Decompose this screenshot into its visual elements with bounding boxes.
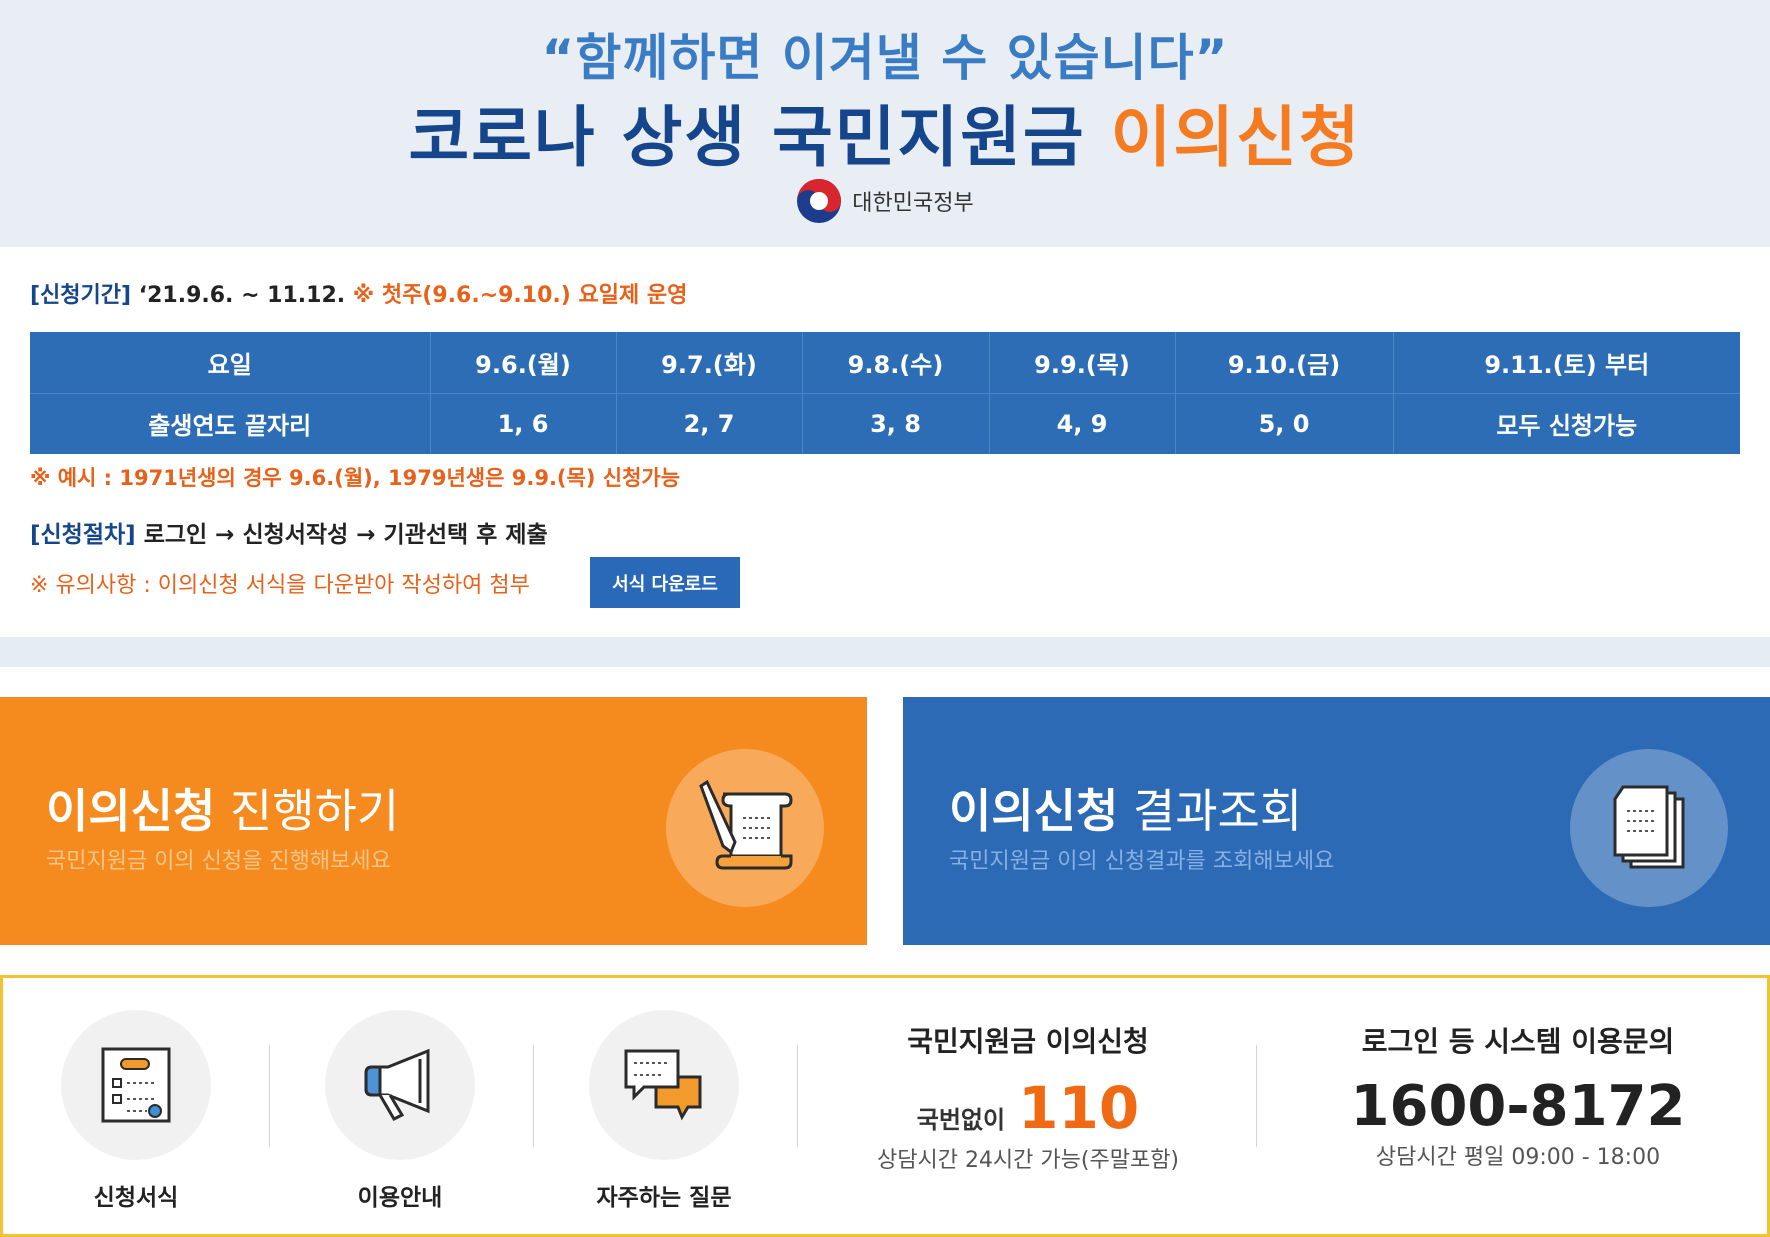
- objection-result-card[interactable]: 이의신청 결과조회 국민지원금 이의 신청결과를 조회해보세요: [903, 697, 1770, 945]
- procedure-steps: 로그인 → 신청서작성 → 기관선택 후 제출: [143, 522, 548, 548]
- table-cell: 9.10.(금): [1175, 332, 1394, 394]
- page-title: 코로나 상생 국민지원금 이의신청: [0, 84, 1770, 180]
- card-title-light: 진행하기: [215, 784, 400, 838]
- procedure-line: [신청절차] 로그인 → 신청서작성 → 기관선택 후 제출: [30, 515, 548, 549]
- service-label: 자주하는 질문: [596, 1185, 732, 1211]
- gov-brand: 대한민국정부: [0, 178, 1770, 224]
- card-title-bold: 이의신청: [46, 784, 216, 838]
- table-cell: 9.7.(화): [616, 332, 803, 394]
- service-label: 이용안내: [357, 1185, 443, 1211]
- table-cell: 9.9.(목): [989, 332, 1176, 394]
- separator: [269, 1045, 270, 1147]
- apply-objection-card[interactable]: 이의신청 진행하기 국민지원금 이의 신청을 진행해보세요: [0, 697, 867, 945]
- gov-name: 대한민국정부: [852, 191, 974, 216]
- card-title: 이의신청 진행하기: [46, 775, 399, 841]
- service-label: 신청서식: [93, 1185, 179, 1211]
- period-note: ※ 첫주(9.6.~9.10.) 요일제 운영: [352, 283, 688, 308]
- card-title-bold: 이의신청: [949, 784, 1119, 838]
- card-icon-circle: [1570, 749, 1728, 907]
- service-icon-circle: [589, 1010, 739, 1160]
- megaphone-icon: [364, 1048, 430, 1121]
- service-icon-circle: [325, 1010, 475, 1160]
- notice-text: ※ 유의사항 : 이의신청 서식을 다운받아 작성하여 첨부: [30, 573, 530, 598]
- contact-prefix: 국번없이: [916, 1106, 1006, 1134]
- contact-number-row: 국번없이 110: [833, 1074, 1223, 1142]
- table-cell: 2, 7: [616, 393, 803, 454]
- period-line: [신청기간] ‘21.9.6. ~ 11.12. ※ 첫주(9.6.~9.10.…: [30, 277, 687, 309]
- taegeuk-logo-icon: [797, 179, 842, 223]
- contact-title: 국민지원금 이의신청: [907, 1025, 1149, 1058]
- info-section: [신청기간] ‘21.9.6. ~ 11.12. ※ 첫주(9.6.~9.10.…: [0, 247, 1770, 637]
- procedure-label: [신청절차]: [30, 522, 136, 548]
- schedule-table: 요일 9.6.(월) 9.7.(화) 9.8.(수) 9.9.(목) 9.10.…: [30, 332, 1740, 454]
- card-title-light: 결과조회: [1118, 784, 1303, 838]
- contact-title: 로그인 등 시스템 이용문의: [1361, 1025, 1675, 1058]
- table-cell: 모두 신청가능: [1496, 412, 1638, 441]
- service-guide[interactable]: 이용안내: [325, 1010, 475, 1212]
- title-accent: 이의신청: [1110, 99, 1362, 176]
- contact-hours: 상담시간 평일 09:00 - 18:00: [1375, 1145, 1661, 1170]
- separator: [533, 1045, 534, 1147]
- table-cell: 1, 6: [430, 393, 617, 454]
- service-icon-circle: [61, 1010, 211, 1160]
- form-download-button[interactable]: 서식 다운로드: [590, 557, 740, 608]
- contact-phone-number[interactable]: 1600-8172: [1303, 1074, 1733, 1139]
- contact-system: 로그인 등 시스템 이용문의 1600-8172 상담시간 평일 09:00 -…: [1303, 1020, 1733, 1171]
- separator: [797, 1045, 798, 1147]
- title-main: 코로나 상생 국민지원금: [408, 99, 1111, 176]
- slogan: “함께하면 이겨낼 수 있습니다”: [541, 29, 1229, 87]
- card-icon-circle: [666, 749, 824, 907]
- scroll-pen-icon: [699, 780, 793, 870]
- card-title: 이의신청 결과조회: [949, 775, 1302, 841]
- card-subtitle: 국민지원금 이의 신청결과를 조회해보세요: [949, 849, 1335, 874]
- header-banner: “함께하면 이겨낼 수 있습니다” 코로나 상생 국민지원금 이의신청 대한민국…: [0, 0, 1770, 247]
- divider-band: [0, 637, 1770, 667]
- separator: [1256, 1045, 1257, 1147]
- table-cell: 4, 9: [989, 393, 1176, 454]
- example-note: ※ 예시 : 1971년생의 경우 9.6.(월), 1979년생은 9.9.(…: [30, 466, 681, 490]
- service-faq[interactable]: 자주하는 질문: [589, 1010, 739, 1212]
- table-cell: 9.6.(월): [430, 332, 617, 394]
- table-cell: 5, 0: [1175, 393, 1394, 454]
- contact-hours: 상담시간 24시간 가능(주말포함): [876, 1148, 1180, 1173]
- table-cell: 요일: [30, 332, 431, 394]
- table-row: 요일 9.6.(월) 9.7.(화) 9.8.(수) 9.9.(목) 9.10.…: [30, 332, 1740, 394]
- service-form[interactable]: 신청서식: [61, 1010, 211, 1212]
- period-label: [신청기간]: [30, 283, 132, 308]
- contact-phone-number[interactable]: 110: [1018, 1074, 1139, 1142]
- table-cell: 출생연도 끝자리: [30, 393, 431, 454]
- table-cell: 9.11.(토) 부터: [1393, 332, 1740, 394]
- chat-bubbles-icon: [624, 1049, 702, 1121]
- table-cell: 3, 8: [802, 393, 990, 454]
- card-subtitle: 국민지원금 이의 신청을 진행해보세요: [46, 849, 391, 874]
- table-row: 출생연도 끝자리 1, 6 2, 7 3, 8 4, 9 5, 0 모두 신청가…: [30, 393, 1740, 454]
- service-area: 신청서식 이용안내 자주하는 질문 국민지원금 이의신청 국번없이 110 상담…: [0, 975, 1770, 1237]
- documents-icon: [1613, 785, 1685, 869]
- contact-objection: 국민지원금 이의신청 국번없이 110 상담시간 24시간 가능(주말포함): [833, 1020, 1223, 1174]
- form-icon: [101, 1047, 171, 1123]
- period-dates: ‘21.9.6. ~ 11.12.: [138, 283, 346, 308]
- table-cell: 9.8.(수): [802, 332, 990, 394]
